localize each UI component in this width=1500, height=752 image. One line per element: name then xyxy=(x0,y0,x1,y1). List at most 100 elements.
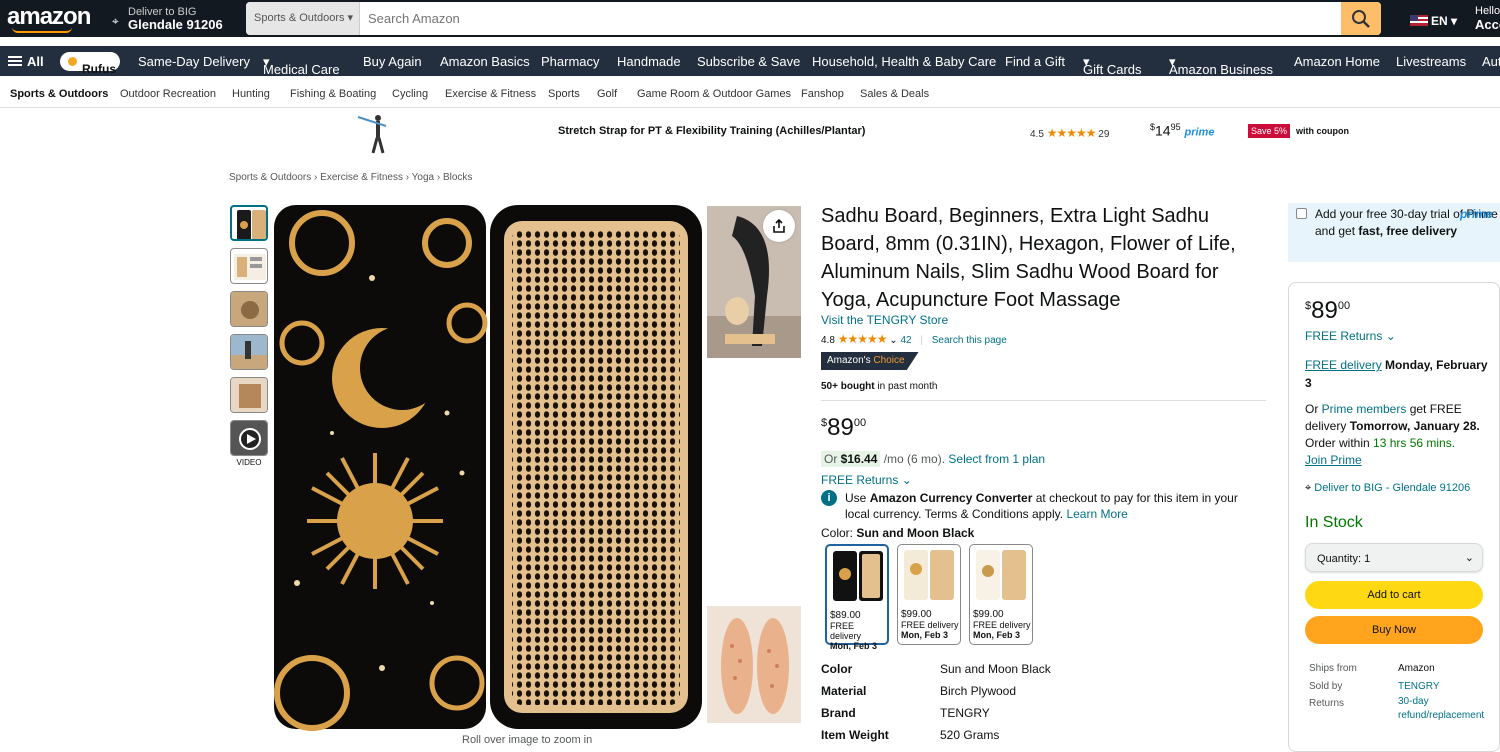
spec-key: Color xyxy=(821,662,853,676)
subnav-sports-outdoors[interactable]: Sports & Outdoors xyxy=(10,88,108,100)
search-department-select[interactable]: Sports & Outdoors ▾ xyxy=(246,2,360,35)
store-link[interactable]: Visit the TENGRY Store xyxy=(821,313,948,327)
buy-now-button[interactable]: Buy Now xyxy=(1305,616,1483,644)
banner-rating[interactable]: 4.5 ★★★★★ 29 xyxy=(1030,126,1109,140)
color-swatch-3[interactable]: $99.00 FREE delivery Mon, Feb 3 xyxy=(969,544,1033,645)
thumbnail-2[interactable] xyxy=(230,248,268,284)
account-menu[interactable]: Hello, Account xyxy=(1475,5,1500,31)
free-returns-link[interactable]: FREE Returns ⌄ xyxy=(821,473,912,487)
share-icon xyxy=(773,218,785,233)
subnav-fanshop[interactable]: Fanshop xyxy=(801,88,844,100)
nav-all[interactable]: All xyxy=(27,54,44,69)
banner-product-image[interactable] xyxy=(356,112,396,154)
spec-value: Sun and Moon Black xyxy=(940,662,1051,676)
nav-item-same-day[interactable]: Same-Day Delivery xyxy=(138,54,250,69)
search-this-page-link[interactable]: Search this page xyxy=(932,335,1007,346)
language-selector[interactable]: EN ▾ xyxy=(1410,14,1457,28)
review-count-link[interactable]: 42 xyxy=(900,335,911,346)
spec-value: 520 Grams xyxy=(940,728,1000,742)
spec-key: Item Weight xyxy=(821,728,889,742)
chevron-down-icon[interactable]: ⌄ xyxy=(889,335,897,346)
prime-trial-offer: Add your free 30-day trial of Prime and … xyxy=(1288,203,1500,262)
add-to-cart-button[interactable]: Add to cart xyxy=(1305,581,1483,609)
star-rating-icon: ★★★★★ xyxy=(1046,126,1097,140)
prime-logo-icon: prime xyxy=(1460,207,1493,221)
nav-item-pharmacy[interactable]: Pharmacy xyxy=(541,54,600,69)
nav-item-buy-again[interactable]: Buy Again xyxy=(363,54,422,69)
installment-plan: Or $16.44 /mo (6 mo). Select from 1 plan xyxy=(821,451,1045,467)
coupon-text: with coupon xyxy=(1296,126,1349,136)
returns-link[interactable]: 30-day refund/replacement xyxy=(1398,695,1488,723)
zoom-hint: Roll over image to zoom in xyxy=(462,734,593,746)
subnav-outdoor-recreation[interactable]: Outdoor Recreation xyxy=(120,88,216,100)
divider xyxy=(821,400,1266,401)
prime-members-link[interactable]: Prime members xyxy=(1322,402,1407,416)
hamburger-menu-icon[interactable] xyxy=(8,56,22,66)
deliver-line2: Glendale 91206 xyxy=(128,17,223,32)
subnav-cycling[interactable]: Cycling xyxy=(392,88,428,100)
banner-price: $1495 prime xyxy=(1150,122,1215,139)
star-rating-icon[interactable]: ★★★★★ xyxy=(838,332,888,346)
buybox-meta-values: Amazon TENGRY 30-day refund/replacement xyxy=(1398,660,1488,723)
buybox-deliver-to[interactable]: ⌖ Deliver to BIG - Glendale 91206 xyxy=(1305,482,1470,495)
share-button[interactable] xyxy=(763,210,795,242)
subnav-sports[interactable]: Sports xyxy=(548,88,580,100)
nav-item-find-gift[interactable]: Find a Gift xyxy=(1005,54,1065,69)
video-thumbnail[interactable] xyxy=(230,420,268,456)
spec-value: TENGRY xyxy=(940,706,990,720)
chevron-down-icon: ⌄ xyxy=(1464,552,1474,564)
nav-item-overflow[interactable]: Aut xyxy=(1482,54,1500,69)
subnav-game-room[interactable]: Game Room & Outdoor Games xyxy=(637,88,791,100)
prime-trial-checkbox[interactable] xyxy=(1296,208,1307,219)
search-input[interactable] xyxy=(362,2,1332,35)
search-button[interactable] xyxy=(1341,2,1381,35)
buybox-price: $8900 xyxy=(1305,297,1351,324)
nav-item-livestreams[interactable]: Livestreams xyxy=(1396,54,1466,69)
subnav-hunting[interactable]: Hunting xyxy=(232,88,270,100)
thumbnail-5[interactable] xyxy=(230,377,268,413)
deliver-to[interactable]: ⌖ Deliver to BIG Glendale 91206 xyxy=(112,6,223,32)
color-swatch-2[interactable]: $99.00 FREE delivery Mon, Feb 3 xyxy=(897,544,961,645)
rufus-button[interactable]: Rufus xyxy=(60,52,120,76)
banner-title[interactable]: Stretch Strap for PT & Flexibility Train… xyxy=(558,125,865,137)
nav-item-handmade[interactable]: Handmade xyxy=(617,54,681,69)
top-header: amazon ⌖ Deliver to BIG Glendale 91206 S… xyxy=(0,0,1500,37)
location-pin-icon: ⌖ xyxy=(1305,482,1312,494)
thumbnail-list: VIDEO xyxy=(230,205,268,467)
nav-item-amazon-basics[interactable]: Amazon Basics xyxy=(440,54,530,69)
side-image-feet[interactable] xyxy=(707,606,801,723)
nav-item-household[interactable]: Household, Health & Baby Care xyxy=(812,54,996,69)
free-delivery-link[interactable]: FREE delivery xyxy=(1305,358,1382,372)
bought-count: 50+ bought in past month xyxy=(821,381,938,392)
nav-item-medical-care[interactable]: Medical Care ▾ xyxy=(263,54,340,76)
nav-item-gift-cards[interactable]: Gift Cards ▾ xyxy=(1083,54,1142,76)
thumbnail-1[interactable] xyxy=(230,205,268,241)
learn-more-link[interactable]: Learn More xyxy=(1066,507,1127,521)
breadcrumb[interactable]: Sports & Outdoors › Exercise & Fitness ›… xyxy=(229,172,472,183)
thumbnail-4[interactable] xyxy=(230,334,268,370)
buybox-meta-labels: Ships from Sold by Returns xyxy=(1309,663,1357,709)
video-label: VIDEO xyxy=(236,458,262,467)
nav-item-subscribe-save[interactable]: Subscribe & Save xyxy=(697,54,800,69)
join-prime-link[interactable]: Join Prime xyxy=(1305,453,1362,467)
quantity-select[interactable]: Quantity: 1 ⌄ xyxy=(1305,543,1483,572)
buybox-free-returns[interactable]: FREE Returns ⌄ xyxy=(1305,329,1396,343)
spec-key: Brand xyxy=(821,706,856,720)
subnav-fishing-boating[interactable]: Fishing & Boating xyxy=(290,88,376,100)
spec-value: Birch Plywood xyxy=(940,684,1017,698)
select-plan-link[interactable]: Select from 1 plan xyxy=(948,452,1045,466)
color-swatch-sun-moon-black[interactable]: $89.00 FREE delivery Mon, Feb 3 xyxy=(825,544,889,651)
nav-item-amazon-home[interactable]: Amazon Home xyxy=(1294,54,1380,69)
subnav-golf[interactable]: Golf xyxy=(597,88,617,100)
main-product-image[interactable] xyxy=(272,203,704,731)
seller-link[interactable]: TENGRY xyxy=(1398,678,1488,696)
nav-item-amazon-business[interactable]: Amazon Business ▾ xyxy=(1169,54,1273,76)
amazon-smile-icon xyxy=(12,27,72,33)
buybox-delivery: FREE delivery Monday, February 3 xyxy=(1305,358,1488,390)
subnav-sales-deals[interactable]: Sales & Deals xyxy=(860,88,929,100)
thumbnail-3[interactable] xyxy=(230,291,268,327)
product-title: Sadhu Board, Beginners, Extra Light Sadh… xyxy=(821,205,1236,311)
subnav-exercise-fitness[interactable]: Exercise & Fitness xyxy=(445,88,536,100)
buy-box: $8900 FREE Returns ⌄ FREE delivery Monda… xyxy=(1288,282,1500,752)
amazons-choice-badge: Amazon's Choice xyxy=(821,352,919,370)
